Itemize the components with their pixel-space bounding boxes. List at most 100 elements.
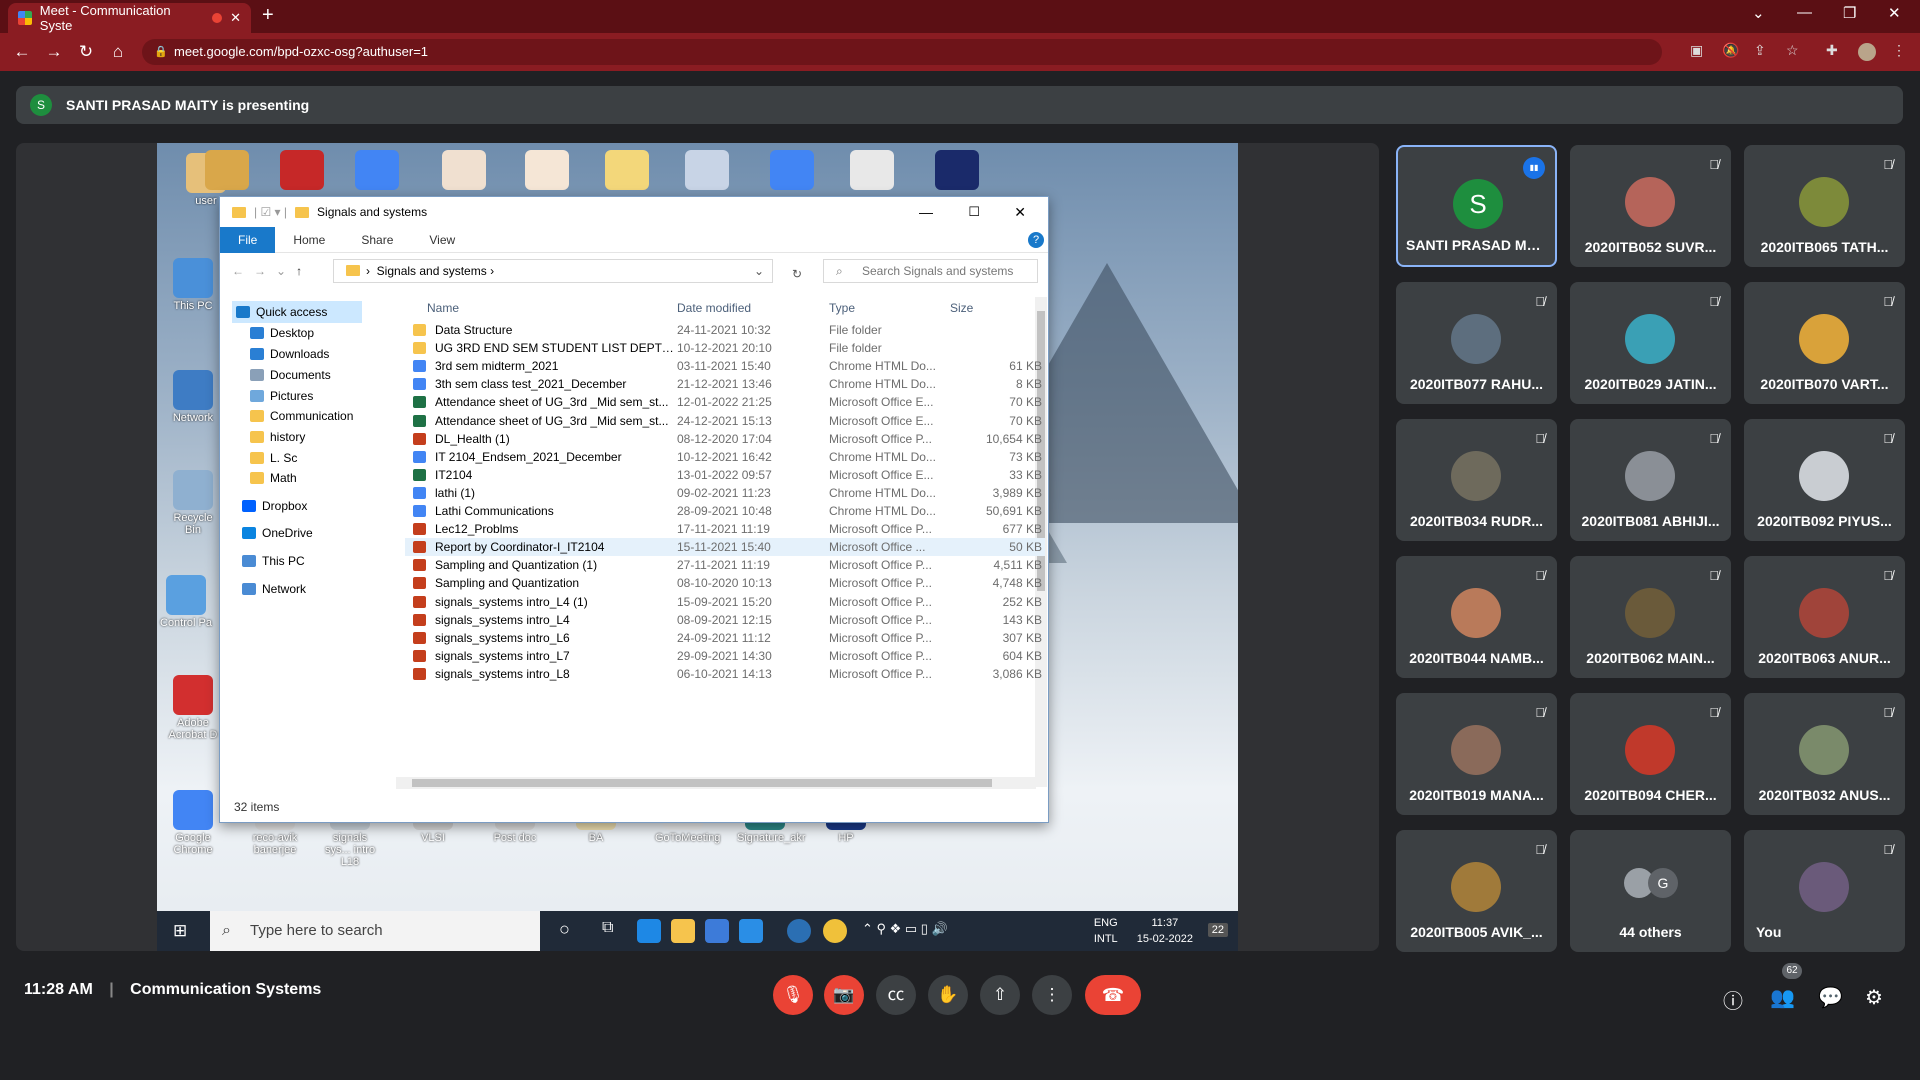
minimize-icon[interactable]: — <box>1797 4 1812 21</box>
desktop-icon[interactable]: Adobe Acrobat D <box>165 675 221 741</box>
mail-icon[interactable] <box>739 919 763 943</box>
leave-call-button[interactable]: ☎ <box>1085 975 1141 1015</box>
close-icon[interactable]: ✕ <box>1014 204 1026 221</box>
desktop-app-icon[interactable] <box>605 150 649 190</box>
file-row[interactable]: Lathi Communications 28-09-2021 10:48 Chro… <box>405 502 1045 520</box>
column-date-modified[interactable]: Date modified <box>677 301 751 315</box>
desktop-app-icon[interactable] <box>685 150 729 190</box>
file-row[interactable]: signals_systems intro_L6 24-09-2021 11:12… <box>405 629 1045 647</box>
desktop-app-icon[interactable] <box>442 150 486 190</box>
language-clock[interactable]: ENG INTL 11:37 15-02-2022 <box>1094 915 1193 947</box>
file-row[interactable]: UG 3RD END SEM STUDENT LIST DEPT WI... 10… <box>405 339 1045 357</box>
participant-tile[interactable]: 🎙̸ 2020ITB005 AVIK_... <box>1396 830 1557 952</box>
chat-icon[interactable]: 💬 <box>1818 985 1843 1010</box>
help-icon[interactable]: ? <box>1028 231 1044 248</box>
tray-icons[interactable]: ⌃ ⚲ ❖ ▭ ▯ 🔊 <box>862 921 948 937</box>
browser-tab[interactable]: Meet - Communication Syste ✕ <box>8 3 251 33</box>
search-input[interactable]: ⌕ Search Signals and systems <box>823 259 1038 283</box>
file-row[interactable]: Sampling and Quantization 08-10-2020 10:1… <box>405 574 1045 592</box>
nav-item[interactable]: OneDrive <box>242 522 313 544</box>
chevron-down-icon[interactable]: ⌄ <box>754 260 764 282</box>
nav-item[interactable]: Pictures <box>250 385 313 407</box>
file-row[interactable]: Lec12_Problms 17-11-2021 11:19 Microsoft O… <box>405 520 1045 538</box>
refresh-icon[interactable]: ↻ <box>792 267 802 281</box>
participant-tile[interactable]: 🎙̸ 2020ITB029 JATIN... <box>1570 282 1731 404</box>
forward-icon[interactable]: → <box>254 264 266 278</box>
nav-item[interactable]: history <box>250 426 305 448</box>
file-row[interactable]: 3th sem class test_2021_December 21-12-20… <box>405 375 1045 393</box>
forward-icon[interactable]: → <box>38 42 70 62</box>
camera-icon[interactable]: ▣ <box>1690 42 1703 59</box>
desktop-app-icon[interactable] <box>525 150 569 190</box>
nav-item[interactable]: Desktop <box>250 322 314 344</box>
participant-tile[interactable]: 🎙̸ 2020ITB044 NAMB... <box>1396 556 1557 678</box>
desktop-app-icon[interactable] <box>205 150 249 190</box>
edge-icon[interactable] <box>637 919 661 943</box>
back-icon[interactable]: ← <box>232 264 244 278</box>
participant-tile[interactable]: 🎙̸ 2020ITB065 TATH... <box>1744 145 1905 267</box>
participant-tile[interactable]: 🎙̸ You <box>1744 830 1905 952</box>
file-row[interactable]: Attendance sheet of UG_3rd _Mid sem_st..… <box>405 412 1045 430</box>
file-row[interactable]: IT 2104_Endsem_2021_December 10-12-2021 1… <box>405 448 1045 466</box>
weather-icon[interactable] <box>823 919 847 943</box>
desktop-icon[interactable]: Recycle Bin <box>165 470 221 536</box>
file-row[interactable]: Data Structure 24-11-2021 10:32 File folde… <box>405 321 1045 339</box>
participant-tile[interactable]: 🎙̸ 2020ITB077 RAHU... <box>1396 282 1557 404</box>
notification-badge[interactable]: 22 <box>1207 923 1228 937</box>
desktop-app-icon[interactable] <box>280 150 324 190</box>
desktop-app-icon[interactable] <box>355 150 399 190</box>
file-row[interactable]: signals_systems intro_L8 06-10-2021 14:13… <box>405 665 1045 683</box>
menu-icon[interactable]: ⋮ <box>1892 42 1906 59</box>
participant-tile[interactable]: 🎙̸ 2020ITB081 ABHIJI... <box>1570 419 1731 541</box>
nav-item[interactable]: Communication <box>250 405 353 427</box>
nav-item[interactable]: Network <box>242 578 306 600</box>
participant-tile[interactable]: 🎙̸ 2020ITB019 MANA... <box>1396 693 1557 815</box>
file-row[interactable]: 3rd sem midterm_2021 03-11-2021 15:40 Chro… <box>405 357 1045 375</box>
recent-icon[interactable]: ⌄ <box>276 264 286 278</box>
nav-item[interactable]: L. Sc <box>250 447 297 469</box>
file-row[interactable]: lathi (1) 09-02-2021 11:23 Chrome HTML Do.… <box>405 484 1045 502</box>
restore-icon[interactable]: ❐ <box>1843 4 1856 22</box>
participant-tile[interactable]: 🎙̸ 2020ITB070 VART... <box>1744 282 1905 404</box>
file-row[interactable]: Attendance sheet of UG_3rd _Mid sem_st..… <box>405 393 1045 411</box>
help-app-icon[interactable] <box>787 919 811 943</box>
column-size[interactable]: Size <box>950 301 973 315</box>
notifications-blocked-icon[interactable]: 🔕 <box>1722 42 1739 59</box>
nav-item[interactable]: Documents <box>250 364 331 386</box>
profile-avatar[interactable] <box>1858 43 1876 61</box>
extensions-icon[interactable]: ✚ <box>1826 42 1838 59</box>
captions-button[interactable]: ㏄ <box>876 975 916 1015</box>
back-icon[interactable]: ← <box>6 42 38 62</box>
breadcrumb[interactable]: › Signals and systems › ⌄ <box>333 259 773 283</box>
ribbon-tab-home[interactable]: Home <box>275 233 343 247</box>
file-explorer-icon[interactable] <box>671 919 695 943</box>
breadcrumb-item[interactable]: Signals and systems <box>377 264 487 278</box>
share-icon[interactable]: ⇪ <box>1754 42 1766 59</box>
people-icon[interactable]: 👥 <box>1770 985 1795 1010</box>
column-type[interactable]: Type <box>829 301 855 315</box>
mic-off-button[interactable]: 🎙 <box>773 975 813 1015</box>
file-row[interactable]: signals_systems intro_L4 (1) 15-09-2021 1… <box>405 593 1045 611</box>
minimize-icon[interactable]: — <box>919 204 933 220</box>
ribbon-tab-file[interactable]: File <box>220 226 276 253</box>
ribbon-tab-share[interactable]: Share <box>343 233 411 247</box>
participant-tile[interactable]: S ▮▮ SANTI PRASAD MA... <box>1396 145 1557 267</box>
raise-hand-button[interactable]: ✋ <box>928 975 968 1015</box>
file-row[interactable]: DL_Health (1) 08-12-2020 17:04 Microsoft O… <box>405 430 1045 448</box>
tab-search-icon[interactable]: ⌄ <box>1752 4 1765 22</box>
desktop-app-icon[interactable] <box>935 150 979 190</box>
meeting-details-icon[interactable]: ⓘ <box>1723 985 1743 1014</box>
ribbon-tab-view[interactable]: View <box>411 233 473 247</box>
url-field[interactable]: 🔒 meet.google.com/bpd-ozxc-osg?authuser=1 <box>142 39 1662 65</box>
participant-tile[interactable]: 🎙̸ 2020ITB034 RUDR... <box>1396 419 1557 541</box>
participant-tile[interactable]: 🎙̸ 2020ITB063 ANUR... <box>1744 556 1905 678</box>
horizontal-scrollbar[interactable] <box>396 777 1036 789</box>
present-button[interactable]: ⇧ <box>980 975 1020 1015</box>
file-row[interactable]: IT2104 13-01-2022 09:57 Microsoft Office E… <box>405 466 1045 484</box>
file-row[interactable]: signals_systems intro_L7 29-09-2021 14:30… <box>405 647 1045 665</box>
participant-tile[interactable]: 🎙̸ 2020ITB052 SUVR... <box>1570 145 1731 267</box>
nav-item[interactable]: Downloads <box>250 343 329 365</box>
camera-off-button[interactable]: 📷 <box>824 975 864 1015</box>
participant-tile[interactable]: 🎙̸ 2020ITB092 PIYUS... <box>1744 419 1905 541</box>
new-tab-icon[interactable]: + <box>262 4 274 27</box>
